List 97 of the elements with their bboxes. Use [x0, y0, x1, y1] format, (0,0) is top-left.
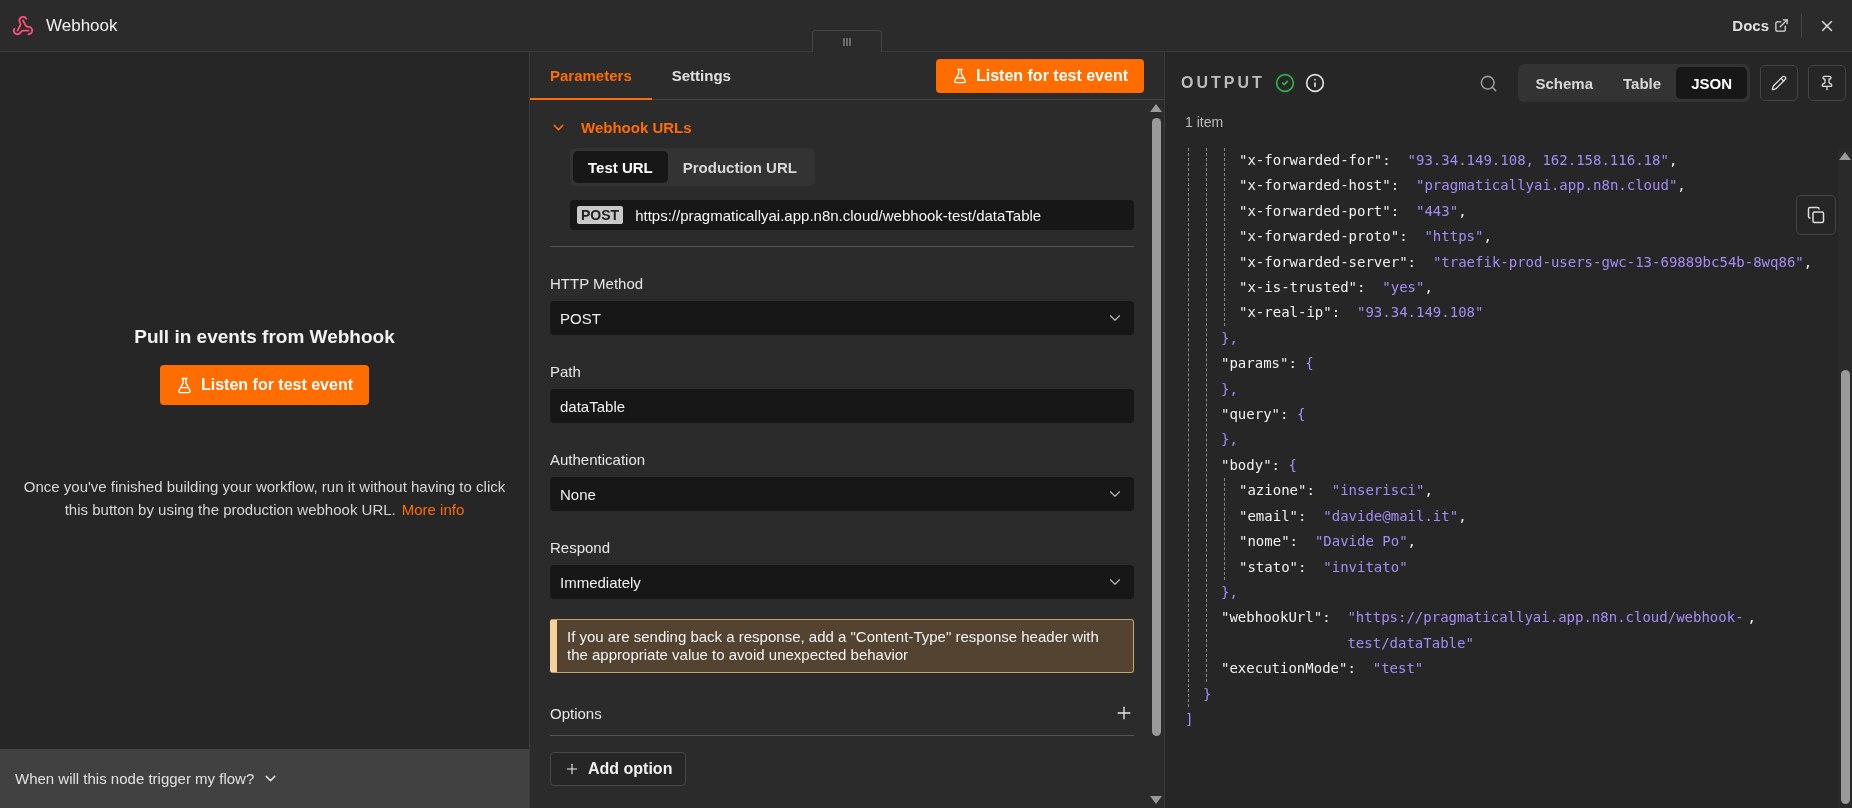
field-label: Respond: [550, 539, 612, 556]
view-tab[interactable]: JSON: [1676, 67, 1747, 99]
scrollbar-thumb[interactable]: [1151, 118, 1161, 736]
json-key: "query":: [1221, 406, 1289, 423]
json-value: "davide@mail.it": [1323, 506, 1459, 526]
drag-handle[interactable]: [812, 30, 882, 52]
json-value: "93.34.149.108": [1357, 303, 1484, 323]
scroll-up-icon[interactable]: [1839, 152, 1851, 160]
notice-banner: If you are sending back a response, add a "Content-Type" response header with the appropriate value to avoid unexpected behavior: [550, 619, 1134, 673]
select-field[interactable]: Immediately: [550, 565, 1134, 599]
json-key: "x-real-ip":: [1239, 304, 1341, 321]
scroll-up-icon[interactable]: [1150, 104, 1162, 112]
select-field[interactable]: POST: [550, 301, 1134, 335]
panel-heading: Pull in events from Webhook: [134, 326, 395, 348]
json-comma: ,: [1424, 482, 1433, 499]
json-key: "x-forwarded-server":: [1239, 253, 1416, 270]
copy-button[interactable]: [1796, 195, 1836, 235]
field-label: Authentication: [550, 451, 647, 468]
json-value: "invitato": [1323, 557, 1408, 577]
json-comma: ,: [1483, 228, 1492, 245]
json-value: "traefik-prod-users-gwc-13-69889bc54b-8wq86": [1432, 252, 1804, 272]
json-value: "test": [1372, 659, 1424, 679]
json-brace: }: [1203, 685, 1212, 702]
json-key: "x-forwarded-host":: [1239, 177, 1400, 194]
view-tab[interactable]: Schema: [1520, 67, 1609, 99]
external-link-icon: [1774, 18, 1789, 33]
window-title: Webhook: [46, 15, 119, 36]
json-key: "x-is-trusted":: [1239, 279, 1366, 296]
json-brace: },: [1221, 329, 1238, 346]
output-title: OUTPUT: [1181, 74, 1265, 92]
json-value: "93.34.149.108, 162.158.116.18": [1407, 151, 1669, 170]
docs-link[interactable]: Docs: [1732, 13, 1802, 38]
view-tab[interactable]: Table: [1608, 67, 1677, 99]
json-comma: ,: [1747, 609, 1756, 626]
info-icon: [1304, 73, 1325, 93]
json-key: "webhookUrl":: [1221, 609, 1331, 626]
scrollbar-thumb[interactable]: [1840, 370, 1850, 804]
tab[interactable]: Settings: [651, 52, 751, 100]
webhook-logo-icon: [12, 14, 34, 37]
json-key: "stato":: [1239, 558, 1307, 575]
json-value: "yes": [1382, 278, 1425, 298]
json-brace: {: [1305, 355, 1314, 372]
plus-icon: [564, 761, 580, 777]
field-label: HTTP Method: [550, 275, 645, 292]
pin-button[interactable]: [1808, 65, 1846, 101]
json-brace: {: [1288, 456, 1297, 473]
flask-icon: [176, 376, 193, 394]
url-field[interactable]: POST https://pragmaticallyai.app.n8n.cloud/webhook-test/dataTable: [570, 200, 1134, 230]
json-brace: },: [1221, 431, 1238, 448]
json-comma: ,: [1668, 152, 1678, 168]
json-comma: ,: [1677, 177, 1686, 194]
copy-icon: [1807, 206, 1825, 224]
json-key: "nome":: [1239, 533, 1298, 550]
edit-button[interactable]: [1760, 65, 1798, 101]
pin-icon: [1819, 75, 1835, 91]
json-comma: ,: [1458, 507, 1467, 524]
trigger-help-toggle[interactable]: When will this node trigger my flow?: [0, 749, 529, 808]
json-key: "x-forwarded-proto":: [1239, 228, 1408, 245]
json-key: "x-forwarded-for":: [1239, 152, 1391, 168]
json-value: "https://pragmaticallyai.app.n8n.cloud/webhook-test/dataTable": [1347, 608, 1745, 653]
search-icon[interactable]: [1478, 73, 1498, 93]
json-value: "inserisci": [1331, 481, 1425, 501]
json-comma: ,: [1424, 279, 1433, 296]
input-field[interactable]: dataTable: [550, 389, 1134, 423]
scroll-down-icon[interactable]: [1150, 796, 1162, 804]
json-brace: },: [1221, 583, 1238, 600]
flask-icon: [951, 67, 968, 84]
json-brace: },: [1221, 380, 1238, 397]
json-key: "x-forwarded-port":: [1239, 202, 1400, 219]
tab[interactable]: Parameters: [530, 52, 652, 100]
options-label: Options: [550, 704, 602, 722]
item-count: 1 item: [1184, 114, 1225, 132]
section-toggle[interactable]: Webhook URLs: [550, 114, 692, 140]
json-key: "email":: [1239, 507, 1307, 524]
json-comma: ,: [1458, 202, 1467, 219]
json-comma: ,: [1407, 533, 1417, 550]
description-text: Once you've finished building your workflow, run it without having to click this button by using the production webhook URL. More info: [22, 477, 507, 520]
pencil-icon: [1771, 75, 1787, 91]
json-value: "Davide Po": [1314, 532, 1408, 552]
add-option-button[interactable]: Add option: [550, 752, 687, 786]
url-tab[interactable]: Test URL: [573, 151, 668, 183]
json-key: "params":: [1221, 355, 1297, 372]
json-brace: ]: [1185, 710, 1194, 727]
json-key: "body":: [1221, 456, 1280, 473]
json-key: "azione":: [1239, 482, 1315, 499]
json-brace: {: [1296, 406, 1306, 423]
json-key: "executionMode":: [1221, 660, 1356, 677]
field-label: Path: [550, 363, 582, 380]
success-check-icon: [1274, 73, 1295, 93]
select-field[interactable]: None: [550, 477, 1134, 511]
json-value: "pragmaticallyai.app.n8n.cloud": [1416, 176, 1678, 196]
more-info-link[interactable]: More info: [401, 501, 465, 518]
method-badge: POST: [577, 206, 624, 224]
json-value: "https": [1424, 227, 1484, 247]
url-tab[interactable]: Production URL: [667, 151, 812, 183]
json-value: "443": [1416, 201, 1459, 221]
json-comma: ,: [1803, 253, 1813, 270]
